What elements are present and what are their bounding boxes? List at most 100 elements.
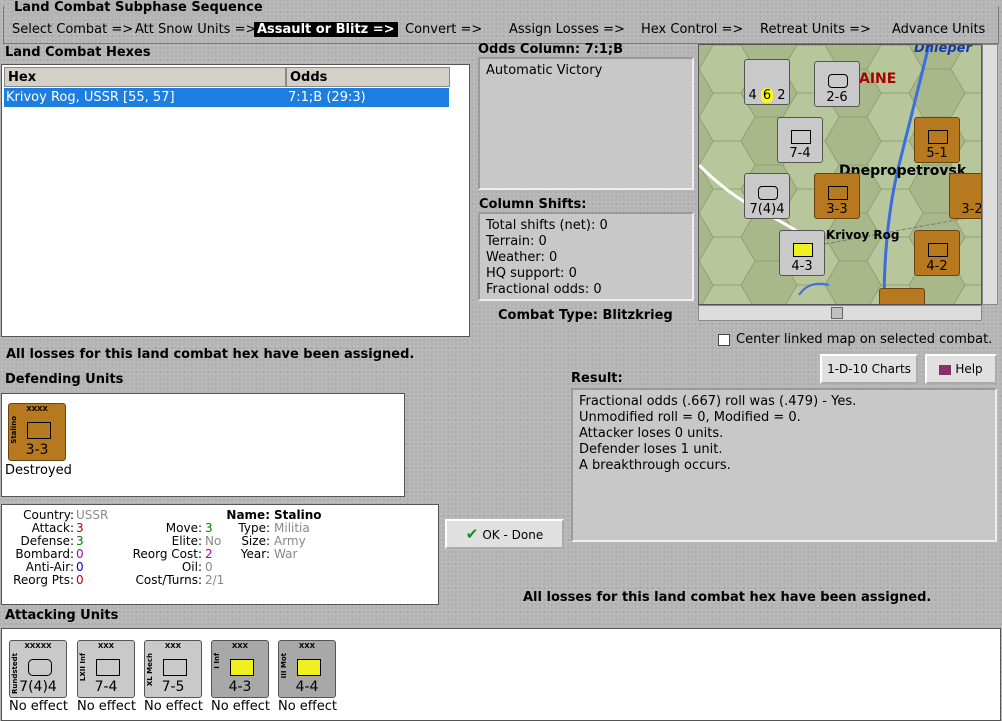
combat-hexes-title: Land Combat Hexes: [5, 45, 151, 60]
motorized-symbol-icon: [297, 659, 321, 676]
column-header-hex[interactable]: Hex: [4, 67, 286, 87]
country-value: USSR: [76, 508, 109, 522]
result-title: Result:: [571, 371, 623, 386]
unit-strength: 7(4)4: [19, 679, 57, 695]
attacking-unit-status: No effect: [9, 699, 69, 714]
unit-size: XXXXX: [24, 642, 52, 650]
shift-hq-support: HQ support: 0: [486, 266, 577, 281]
map-counter[interactable]: [879, 288, 925, 304]
unit-name: I Inf: [213, 653, 221, 669]
phase-advance-units[interactable]: Advance Units: [892, 22, 985, 37]
year-value: War: [274, 547, 298, 561]
phase-retreat-units[interactable]: Retreat Units =>: [760, 22, 871, 37]
unit-size: XXX: [231, 642, 249, 650]
attacking-unit-status: No effect: [278, 699, 338, 714]
attacking-unit-counter[interactable]: XXXXX Rundstedt 7(4)4: [9, 640, 67, 698]
reorg-pts-label: Reorg Pts:: [13, 573, 74, 587]
column-shifts-panel: Total shifts (net): 0 Terrain: 0 Weather…: [478, 212, 694, 301]
help-label: Help: [955, 362, 983, 376]
phase-assault-or-blitz[interactable]: Assault or Blitz =>: [254, 22, 398, 37]
map-counter-target[interactable]: 3-3: [814, 173, 860, 219]
reorg-cost-label: Reorg Cost:: [132, 547, 202, 561]
attacking-units-panel: XXXXX Rundstedt 7(4)4 No effect XXX LXII…: [1, 628, 1001, 721]
defending-units-title: Defending Units: [5, 372, 124, 387]
attacking-units-title: Attacking Units: [5, 608, 119, 623]
combat-hexes-table: Hex Odds Krivoy Rog, USSR [55, 57] 7:1;B…: [1, 64, 470, 337]
scroll-thumb[interactable]: [831, 307, 843, 319]
antiair-value: 0: [76, 560, 84, 574]
map-horizontal-scrollbar[interactable]: [698, 305, 982, 321]
size-label: Size:: [241, 534, 270, 548]
attacking-unit-counter[interactable]: XXX LXII Inf 7-4: [77, 640, 135, 698]
book-icon: [939, 364, 952, 375]
help-button[interactable]: Help: [925, 354, 997, 384]
infantry-symbol-icon: [96, 659, 120, 676]
type-label: Type:: [238, 521, 270, 535]
attacking-unit-counter[interactable]: XXX XL Mech 7-5: [144, 640, 202, 698]
map-counter[interactable]: 4-2: [914, 230, 960, 276]
oil-value: 0: [205, 560, 213, 574]
odds-column-title: Odds Column: 7:1;B: [478, 42, 624, 57]
unit-strength: 4-4: [295, 679, 319, 695]
unit-strength: 3-3: [25, 442, 49, 458]
odds-text: Automatic Victory: [486, 63, 603, 78]
map-counter[interactable]: 7(4)4: [744, 173, 790, 219]
column-shifts-title: Column Shifts:: [479, 197, 587, 212]
bombard-value: 0: [76, 547, 84, 561]
unit-name: LXII Inf: [79, 653, 87, 682]
map-counter-air[interactable]: 4 6 2: [744, 59, 790, 105]
row-odds: 7:1;B (29:3): [288, 90, 366, 105]
unit-size: XXX: [298, 642, 316, 650]
elite-label: Elite:: [171, 534, 202, 548]
map-counter[interactable]: 5-1: [914, 117, 960, 163]
country-label: Country:: [23, 508, 74, 522]
center-map-checkbox[interactable]: [718, 334, 730, 346]
charts-button[interactable]: 1-D-10 Charts: [820, 354, 918, 384]
ok-done-label: OK - Done: [482, 528, 544, 542]
attack-value: 3: [76, 521, 84, 535]
phase-convert[interactable]: Convert =>: [405, 22, 482, 37]
odds-panel: Automatic Victory: [478, 57, 694, 190]
result-line: Attacker loses 0 units.: [579, 426, 724, 441]
table-row[interactable]: Krivoy Rog, USSR [55, 57] 7:1;B (29:3): [4, 88, 449, 107]
mech-symbol-icon: [163, 659, 187, 676]
phase-assign-losses[interactable]: Assign Losses =>: [509, 22, 625, 37]
map-counter[interactable]: 3-2: [949, 173, 981, 219]
unit-name: Stalino: [10, 416, 18, 444]
attacking-unit-counter[interactable]: XXX III Mot 4-4: [278, 640, 336, 698]
column-header-odds[interactable]: Odds: [286, 67, 450, 87]
phase-hex-control[interactable]: Hex Control =>: [641, 22, 743, 37]
shift-total: Total shifts (net): 0: [486, 218, 608, 233]
attacking-unit-status: No effect: [77, 699, 137, 714]
phase-select-combat[interactable]: Select Combat =>: [12, 22, 133, 37]
row-hex: Krivoy Rog, USSR [55, 57]: [6, 90, 175, 105]
infantry-symbol-icon: [230, 659, 254, 676]
defense-label: Defense:: [20, 534, 74, 548]
map-counter[interactable]: 7-4: [777, 117, 823, 163]
phase-att-snow-units[interactable]: Att Snow Units =>: [135, 22, 256, 37]
river-label: Dnieper: [914, 44, 972, 56]
result-line: Defender loses 1 unit.: [579, 442, 723, 457]
map-counter[interactable]: 2-6: [814, 61, 860, 107]
center-map-label: Center linked map on selected combat.: [736, 332, 993, 347]
unit-info-panel: Country: USSR Attack: 3 Defense: 3 Bomba…: [1, 504, 439, 605]
defending-units-panel: XXXX Stalino 3-3 Destroyed: [1, 393, 405, 497]
move-label: Move:: [165, 521, 202, 535]
oil-label: Oil:: [181, 560, 202, 574]
checkmark-icon: ✔: [465, 525, 479, 543]
ok-done-button[interactable]: ✔ OK - Done: [445, 519, 564, 549]
attacking-unit-counter[interactable]: XXX I Inf 4-3: [211, 640, 269, 698]
shift-fractional-odds: Fractional odds: 0: [486, 282, 602, 297]
name-value: Stalino: [274, 508, 322, 522]
linked-map[interactable]: Dnieper AINE Dnepropetrovsk Krivoy Rog 4…: [698, 44, 982, 305]
map-counter[interactable]: 4-3: [779, 230, 825, 276]
antiair-label: Anti-Air:: [25, 560, 74, 574]
result-panel: Fractional odds (.667) roll was (.479) -…: [571, 388, 997, 542]
shift-terrain: Terrain: 0: [486, 234, 547, 249]
map-vertical-scrollbar[interactable]: [982, 44, 998, 305]
shift-weather: Weather: 0: [486, 250, 558, 265]
defending-unit-counter[interactable]: XXXX Stalino 3-3: [8, 403, 66, 461]
name-label: Name:: [226, 508, 270, 522]
attacking-unit-status: No effect: [211, 699, 271, 714]
attacking-unit-status: No effect: [144, 699, 204, 714]
